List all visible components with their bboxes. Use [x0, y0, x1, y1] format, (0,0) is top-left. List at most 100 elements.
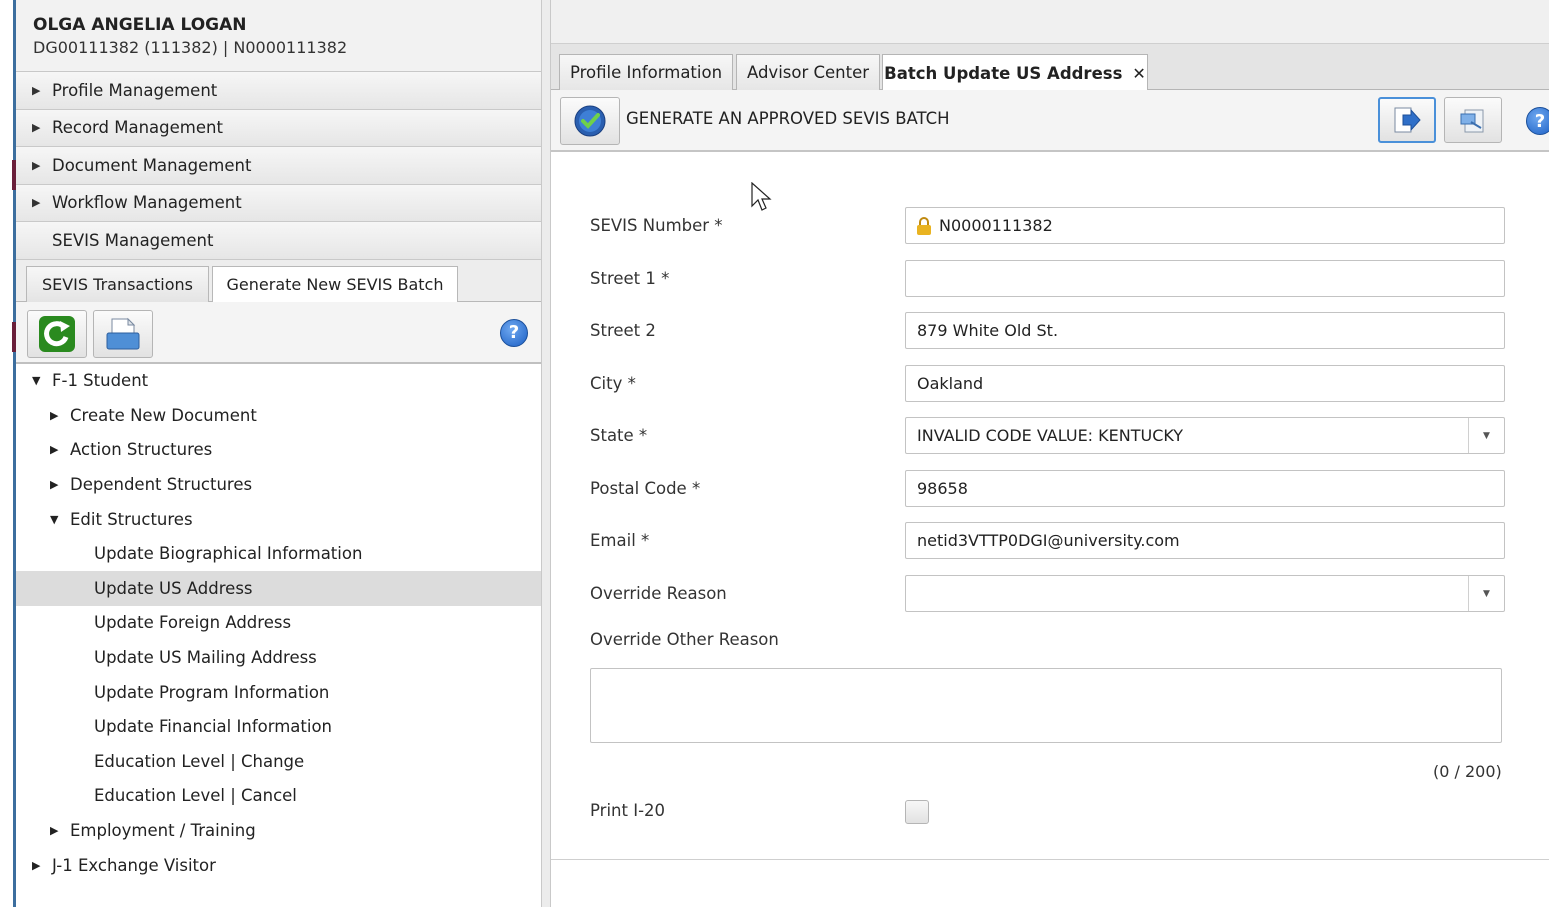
expand-arrow-icon: ▶ — [32, 121, 41, 135]
tree-node-edit-structures[interactable]: ▼ Edit Structures — [16, 502, 541, 537]
tab-label: Advisor Center — [746, 63, 870, 82]
tree-node-j1-exchange-visitor[interactable]: ▶ J-1 Exchange Visitor — [16, 848, 541, 883]
street2-input[interactable]: 879 White Old St. — [905, 312, 1505, 349]
street2-label: Street 2 — [590, 321, 656, 340]
expand-arrow-icon: ▶ — [32, 858, 41, 872]
sevis-number-field: N0000111382 — [905, 207, 1505, 244]
accordion: ▶ Profile Management ▶ Record Management… — [16, 72, 541, 260]
approve-check-icon — [574, 105, 606, 137]
sevis-number-label: SEVIS Number * — [590, 216, 723, 235]
tree-node-f1-student[interactable]: ▼ F-1 Student — [16, 364, 541, 399]
tree-node-label: J-1 Exchange Visitor — [52, 855, 216, 875]
tree-leaf-education-level-change[interactable]: Education Level | Change — [16, 744, 541, 779]
transfer-button[interactable] — [1444, 97, 1502, 143]
tree-node-label: Dependent Structures — [70, 475, 253, 495]
state-label: State * — [590, 426, 648, 445]
tab-label: Generate New SEVIS Batch — [226, 275, 444, 294]
help-icon[interactable]: ? — [500, 318, 528, 347]
override-reason-select[interactable]: ▼ — [905, 575, 1505, 612]
expand-arrow-icon: ▶ — [50, 443, 59, 457]
lock-icon — [917, 216, 931, 235]
tab-batch-update-us-address[interactable]: Batch Update US Address ✕ — [882, 54, 1148, 91]
mouse-cursor-icon — [751, 182, 772, 211]
document-icon — [106, 317, 140, 349]
tree-leaf-education-level-cancel[interactable]: Education Level | Cancel — [16, 779, 541, 814]
top-strip — [551, 0, 1549, 44]
accordion-record-management[interactable]: ▶ Record Management — [16, 109, 541, 147]
city-input[interactable]: Oakland — [905, 365, 1505, 402]
transfer-icon — [1460, 109, 1484, 133]
new-document-button[interactable] — [93, 309, 153, 358]
accordion-label: Profile Management — [52, 80, 218, 100]
accordion-document-management[interactable]: ▶ Document Management — [16, 147, 541, 185]
override-other-reason-label: Override Other Reason — [590, 630, 779, 649]
tree-node-label: Education Level | Change — [94, 751, 305, 771]
chevron-down-icon[interactable]: ▼ — [1468, 576, 1504, 611]
tree-node-label: Update US Mailing Address — [94, 648, 317, 668]
expand-arrow-icon: ▶ — [50, 824, 59, 838]
tree-leaf-update-financial-information[interactable]: Update Financial Information — [16, 710, 541, 745]
split-pane-divider[interactable] — [542, 0, 551, 907]
postal-code-input[interactable]: 98658 — [905, 470, 1505, 507]
tree-node-label: Employment / Training — [70, 821, 256, 841]
tree-leaf-update-us-address[interactable]: Update US Address — [16, 571, 541, 606]
expand-arrow-icon: ▶ — [50, 408, 59, 422]
tab-profile-information[interactable]: Profile Information — [559, 54, 733, 90]
tab-generate-new-sevis-batch[interactable]: Generate New SEVIS Batch — [212, 265, 458, 303]
tree-node-label: Action Structures — [70, 440, 213, 460]
expand-arrow-icon: ▶ — [32, 196, 41, 210]
city-label: City * — [590, 374, 636, 393]
accordion-label: Document Management — [52, 155, 252, 175]
tree-node-create-new-document[interactable]: ▶ Create New Document — [16, 398, 541, 433]
tab-sevis-transactions[interactable]: SEVIS Transactions — [26, 265, 209, 302]
tree-leaf-update-us-mailing-address[interactable]: Update US Mailing Address — [16, 640, 541, 675]
tree-node-label: F-1 Student — [52, 371, 149, 391]
street1-input[interactable] — [905, 260, 1505, 297]
state-value: INVALID CODE VALUE: KENTUCKY — [917, 426, 1184, 445]
override-other-reason-textarea[interactable] — [590, 668, 1502, 743]
collapse-arrow-icon: ▼ — [50, 512, 59, 526]
action-label: GENERATE AN APPROVED SEVIS BATCH — [626, 109, 950, 128]
accordion-label: SEVIS Management — [52, 230, 214, 250]
char-counter: (0 / 200) — [1433, 762, 1502, 781]
accordion-label: Record Management — [52, 118, 223, 138]
tree-node-dependent-structures[interactable]: ▶ Dependent Structures — [16, 467, 541, 502]
help-icon[interactable]: ? — [1526, 107, 1549, 135]
tree-leaf-update-biographical-information[interactable]: Update Biographical Information — [16, 537, 541, 572]
postal-code-label: Postal Code * — [590, 479, 701, 498]
chevron-down-icon[interactable]: ▼ — [1468, 418, 1504, 453]
batch-toolbar: ? — [16, 301, 541, 364]
email-label: Email * — [590, 531, 650, 550]
expand-arrow-icon: ▶ — [32, 83, 41, 97]
accordion-label: Workflow Management — [52, 193, 242, 213]
street1-label: Street 1 * — [590, 269, 670, 288]
generate-batch-button[interactable] — [560, 97, 620, 145]
tree-leaf-update-program-information[interactable]: Update Program Information — [16, 675, 541, 710]
tree-leaf-update-foreign-address[interactable]: Update Foreign Address — [16, 606, 541, 641]
accordion-profile-management[interactable]: ▶ Profile Management — [16, 72, 541, 110]
tree-node-label: Update Foreign Address — [94, 613, 292, 633]
main-panel: Profile Information Advisor Center Batch… — [551, 0, 1549, 907]
sevis-number-value: N0000111382 — [939, 216, 1053, 235]
tree-node-action-structures[interactable]: ▶ Action Structures — [16, 433, 541, 468]
tab-label: SEVIS Transactions — [41, 274, 194, 294]
tab-label: Batch Update US Address — [884, 63, 1123, 83]
print-i20-checkbox[interactable] — [905, 800, 929, 824]
tree-node-label: Update Program Information — [94, 682, 330, 702]
email-input[interactable]: netid3VTTP0DGI@university.com — [905, 522, 1505, 559]
accordion-workflow-management[interactable]: ▶ Workflow Management — [16, 184, 541, 222]
collapse-arrow-icon: ▼ — [32, 374, 41, 388]
tab-advisor-center[interactable]: Advisor Center — [736, 54, 880, 90]
state-select[interactable]: INVALID CODE VALUE: KENTUCKY ▼ — [905, 417, 1505, 454]
accordion-sevis-management[interactable]: SEVIS Management — [16, 222, 541, 260]
tree-node-employment-training[interactable]: ▶ Employment / Training — [16, 813, 541, 848]
close-icon[interactable]: ✕ — [1132, 64, 1145, 83]
expand-arrow-icon: ▶ — [32, 158, 41, 172]
tree-node-label: Update Biographical Information — [94, 544, 363, 564]
profile-header: OLGA ANGELIA LOGAN DG00111382 (111382) |… — [16, 0, 541, 72]
left-panel: OLGA ANGELIA LOGAN DG00111382 (111382) |… — [16, 0, 542, 907]
refresh-button[interactable] — [27, 309, 87, 358]
sevis-subtabs: SEVIS Transactions Generate New SEVIS Ba… — [16, 259, 541, 303]
action-bar: GENERATE AN APPROVED SEVIS BATCH ? — [551, 90, 1549, 152]
export-button[interactable] — [1378, 97, 1436, 143]
